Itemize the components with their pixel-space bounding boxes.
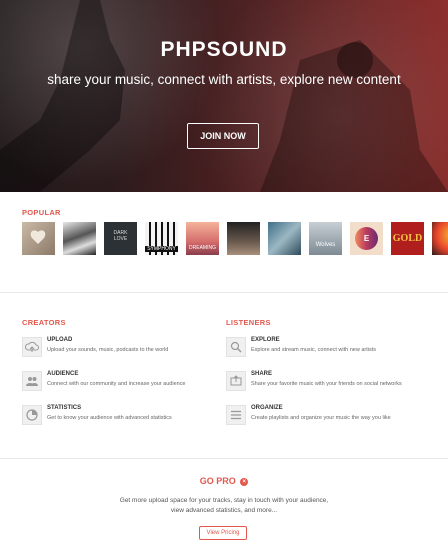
album-cover[interactable]: DREAMING [186, 222, 219, 255]
creators-label: CREATORS [22, 318, 66, 327]
album-cover-text: E [363, 234, 370, 243]
album-cover[interactable]: DARK LOVE [104, 222, 137, 255]
popular-label: POPULAR [22, 208, 61, 217]
list-icon [226, 405, 246, 425]
hero-photo-silhouette [0, 0, 448, 192]
site-title: PHPSOUND [160, 38, 288, 61]
site-tagline: share your music, connect with artists, … [47, 72, 401, 87]
audience-icon [22, 371, 42, 391]
feature-explore: EXPLORE Explore and stream music, connec… [226, 337, 436, 367]
popular-section: POPULAR DARK LOVE SYMPHONY DREAMING Wolv… [0, 192, 448, 292]
album-cover[interactable] [63, 222, 96, 255]
feature-share: SHARE Share your favorite music with you… [226, 371, 436, 401]
feature-name: STATISTICS [47, 405, 82, 411]
go-pro-label: GO PRO [199, 476, 236, 486]
features-section: CREATORS UPLOAD Upload your sounds, musi… [0, 293, 448, 458]
go-pro-heading: GO PRO × [0, 476, 448, 486]
album-cover-text: SYMPHONY [145, 246, 178, 252]
feature-desc: Create playlists and organize your music… [251, 415, 391, 421]
album-cover[interactable]: GOLD [391, 222, 424, 255]
join-now-button[interactable]: JOIN NOW [187, 123, 259, 149]
pro-badge-icon: × [240, 478, 249, 486]
feature-name: ORGANIZE [251, 405, 283, 411]
feature-statistics: STATISTICS Get to know your audience wit… [22, 405, 232, 435]
feature-organize: ORGANIZE Create playlists and organize y… [226, 405, 436, 435]
album-cover[interactable]: SYMPHONY [145, 222, 178, 255]
go-pro-description: Get more upload space for your tracks, s… [119, 497, 329, 514]
album-cover-text: GOLD [392, 233, 423, 244]
go-pro-section: GO PRO × Get more upload space for your … [0, 458, 448, 560]
popular-covers: DARK LOVE SYMPHONY DREAMING Wolves E GOL… [22, 222, 448, 255]
feature-desc: Share your favorite music with your frie… [251, 381, 402, 387]
feature-name: SHARE [251, 371, 273, 377]
statistics-icon [22, 405, 42, 425]
album-cover-text: DREAMING [189, 245, 216, 251]
album-cover-text: DARK LOVE [113, 230, 128, 242]
listeners-label: LISTENERS [226, 318, 271, 327]
feature-desc: Connect with our community and increase … [47, 381, 186, 387]
feature-desc: Upload your sounds, music, podcasts to t… [47, 347, 169, 353]
upload-icon [22, 337, 42, 357]
feature-desc: Explore and stream music, connect with n… [251, 347, 377, 353]
search-icon [226, 337, 246, 357]
hero-banner: PHPSOUND share your music, connect with … [0, 0, 448, 192]
album-cover[interactable]: E [350, 222, 383, 255]
share-icon [226, 371, 246, 391]
feature-upload: UPLOAD Upload your sounds, music, podcas… [22, 337, 232, 367]
album-cover[interactable] [268, 222, 301, 255]
feature-desc: Get to know your audience with advanced … [47, 415, 172, 421]
album-cover-text: Wolves [315, 242, 336, 248]
album-cover[interactable] [432, 222, 448, 255]
album-cover[interactable]: Wolves [309, 222, 342, 255]
album-cover[interactable] [227, 222, 260, 255]
feature-name: UPLOAD [47, 337, 73, 343]
feature-name: EXPLORE [251, 337, 280, 343]
album-cover[interactable] [22, 222, 55, 255]
feature-name: AUDIENCE [47, 371, 79, 377]
feature-audience: AUDIENCE Connect with our community and … [22, 371, 232, 401]
view-pricing-button[interactable]: View Pricing [199, 526, 247, 540]
